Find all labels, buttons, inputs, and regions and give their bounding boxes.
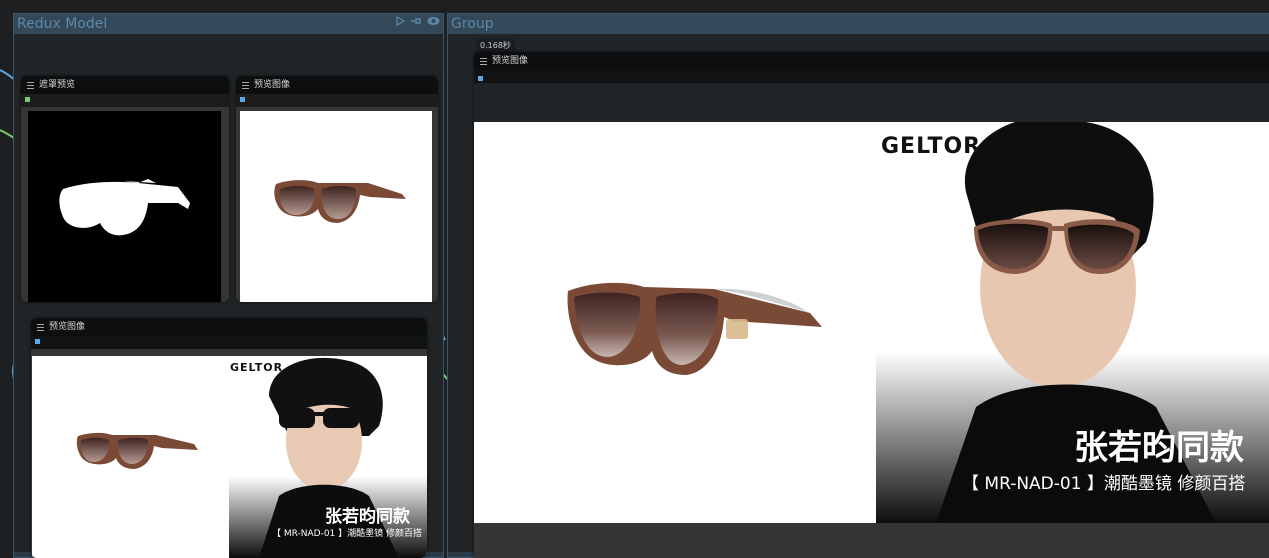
ad-image-large: GELTOR 张若昀同款 【 MR-NAD-01 】潮酷墨镜 修颜百搭 [474, 122, 1269, 523]
ad-subline: 【 MR-NAD-01 】潮酷墨镜 修颜百搭 [272, 529, 423, 539]
sunglasses-image [76, 432, 198, 469]
node-header[interactable]: 预览图像 [236, 76, 438, 94]
node-title: 预览图像 [49, 322, 86, 332]
node-header[interactable]: 遮罩预览 [21, 76, 229, 94]
node-title: 预览图像 [492, 56, 529, 66]
node-header[interactable]: 预览图像 [474, 52, 1269, 70]
hamburger-icon[interactable] [27, 81, 34, 89]
input-slot-icon[interactable] [240, 97, 245, 102]
pin-icon[interactable] [410, 16, 422, 26]
group-title: Redux Model [17, 16, 108, 32]
sunglasses-image [274, 180, 406, 223]
node-preview-image[interactable]: 预览图像 [31, 318, 427, 558]
eye-icon[interactable] [427, 16, 440, 26]
input-slot-icon[interactable] [478, 76, 483, 81]
input-slot-icon[interactable] [35, 339, 40, 344]
ad-subline: 【 MR-NAD-01 】潮酷墨镜 修颜百搭 [962, 474, 1246, 494]
sunglasses-image [567, 282, 822, 375]
hamburger-icon[interactable] [242, 81, 249, 89]
hamburger-icon[interactable] [37, 323, 44, 331]
node-preview-image[interactable]: 预览图像 [236, 76, 438, 302]
hamburger-icon[interactable] [480, 57, 487, 65]
preview-image [240, 111, 432, 302]
node-mask-preview[interactable]: 遮罩预览 [21, 76, 229, 302]
group-header[interactable]: Group [448, 14, 1269, 34]
mask-glasses-silhouette [59, 179, 190, 236]
node-title: 预览图像 [254, 80, 291, 90]
execution-time-badge: 0.168秒 [476, 39, 515, 52]
brand-logo: GELTOR [230, 361, 284, 374]
group-title: Group [451, 16, 494, 32]
node-title: 遮罩预览 [39, 80, 76, 90]
ad-image-small: GELTOR 张若昀同款 【 MR-NAD-01 】潮酷墨镜 修颜百搭 [32, 356, 427, 558]
group-header[interactable]: Redux Model [14, 14, 443, 34]
mask-image [28, 111, 221, 302]
node-preview-image-large[interactable]: 预览图像 GELTOR 张若昀同款 【 MR-NAD-01 】潮酷墨镜 修颜百搭 [474, 52, 1269, 558]
output-slot-icon[interactable] [25, 97, 30, 102]
brand-logo: GELTOR [881, 134, 982, 159]
node-header[interactable]: 预览图像 [31, 318, 427, 336]
play-icon[interactable] [396, 16, 405, 26]
ad-headline: 张若昀同款 [1074, 428, 1244, 468]
ad-headline: 张若昀同款 [325, 507, 410, 527]
